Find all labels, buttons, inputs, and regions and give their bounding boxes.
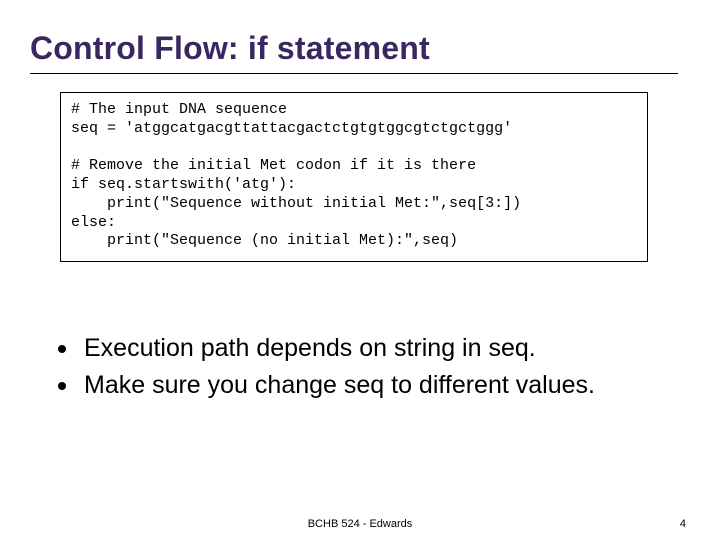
bullet-text: Make sure you change seq to different va… — [84, 369, 595, 402]
bullet-icon — [58, 345, 66, 353]
list-item: Make sure you change seq to different va… — [58, 369, 690, 402]
page-number: 4 — [680, 518, 686, 530]
code-block: # The input DNA sequence seq = 'atggcatg… — [60, 92, 648, 262]
footer-center: BCHB 524 - Edwards — [0, 518, 720, 530]
title-underline — [30, 73, 678, 74]
bullet-text: Execution path depends on string in seq. — [84, 332, 536, 365]
bullet-list: Execution path depends on string in seq.… — [58, 332, 690, 401]
slide-title: Control Flow: if statement — [30, 30, 690, 67]
bullet-icon — [58, 382, 66, 390]
slide-container: Control Flow: if statement # The input D… — [0, 0, 720, 540]
list-item: Execution path depends on string in seq. — [58, 332, 690, 365]
